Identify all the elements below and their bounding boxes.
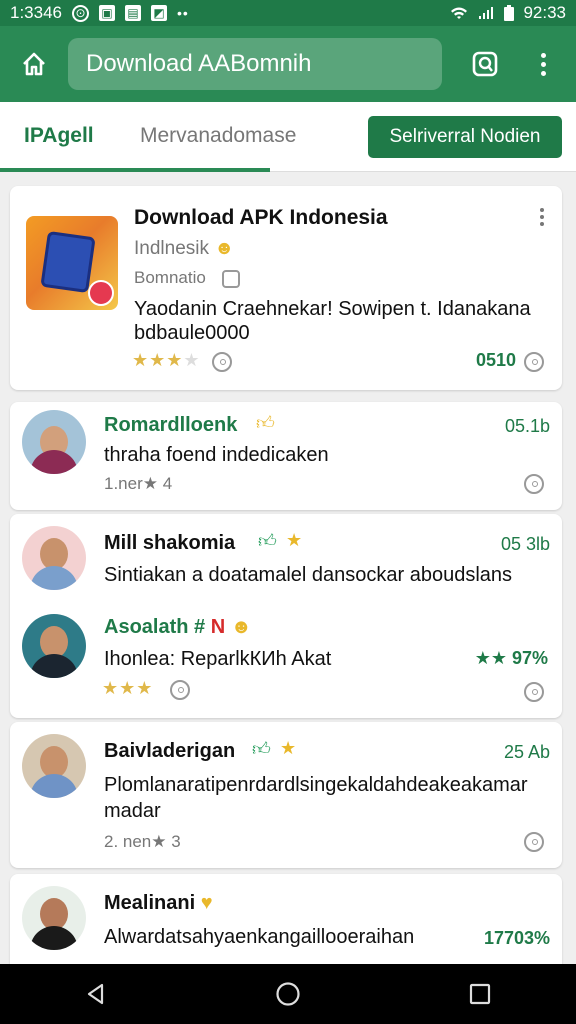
post-author: Asoalath # N ☻ [104,616,252,638]
post-time: 05 3lb [500,534,550,554]
tab-bar: IPAgell Mervanadomase Selriverral Nodien [0,102,576,172]
avatar [22,734,86,798]
home-nav-button[interactable] [258,964,318,1024]
emoji-icon: ☻ [230,616,252,638]
like-icon: 👍︎ [252,739,271,759]
signal-icon [479,7,494,19]
hashtag-icon: # [194,616,206,638]
search-input[interactable] [86,50,442,78]
post-meta: 1.ner★ 4 [104,474,173,493]
post-author: Mill shakomia [104,532,236,554]
tab-ipagell[interactable]: IPAgell [24,124,94,148]
rating-stars: ★★★★ [132,350,201,370]
share-icon[interactable] [524,474,544,494]
app-description-line2: bdbaule0000 [134,322,250,344]
app-icon [26,216,118,310]
post-author: Romardlloenk [104,414,238,436]
status-time-left: 1:3346 [10,3,62,22]
app-bar [0,26,576,102]
more-vert-icon [540,52,546,76]
card-menu-icon[interactable] [540,208,544,226]
avatar [22,614,86,678]
avatar [22,526,86,590]
wifi-icon [451,7,468,19]
feed: Download APK Indonesia Indlnesik ☻ Bomna… [0,172,576,964]
download-count: 0510 [475,350,516,370]
post-card[interactable]: Romardlloenk 👍︎ 05.1b thraha foend inded… [10,402,562,510]
translate-icon [222,270,240,288]
alarm-icon: ⊙ [72,4,89,22]
overflow-menu-button[interactable] [514,26,572,102]
app-badge [88,280,114,306]
post-card[interactable]: Baivladerigan 👍︎ ★ 25 Ab Plomlanaratipen… [10,722,562,868]
timer-icon [212,352,232,372]
featured-app-card[interactable]: Download APK Indonesia Indlnesik ☻ Bomna… [10,186,562,390]
rating-stars: ★★★ [102,678,154,698]
scan-button[interactable] [456,26,514,102]
home-icon [23,52,45,76]
post-author: Baivladerigan [104,740,236,762]
star-icon: ★ [286,530,303,550]
app-description-line1: Yaodanin Craehnekar! Sowipen t. Idanakan… [134,298,531,320]
post-score: 17703% [483,928,550,948]
post-time: 25 Ab [503,742,550,762]
post-text: Ihonlea: ReparlkКИh Akat [104,648,332,670]
star-icon: ★ [280,738,297,758]
heart-icon: ♥ [200,892,213,914]
recents-button[interactable] [450,964,510,1024]
tab-action-button[interactable]: Selriverral Nodien [368,116,562,158]
like-icon: 👍︎ [258,531,277,551]
post-text: Alwardatsahyaenkangaillooeraihan [104,926,415,948]
circle-home-icon [276,982,300,1006]
gallery-icon: ◩ [151,5,167,21]
post-text: Sintiakan a doatamalel dansockar aboudsl… [104,564,513,586]
smile-emoji-icon: ☻ [214,238,235,259]
app-subtitle: Indlnesik ☻ [134,238,235,259]
system-nav-bar [0,964,576,1024]
square-recents-icon [469,983,491,1005]
message-icon: ▤ [125,5,141,21]
notification-icon: ▣ [99,5,115,21]
status-bar: 1:3346 ⊙ ▣ ▤ ◩ •• 92:33 [0,0,576,26]
timer-icon [170,680,190,700]
home-button[interactable] [0,26,68,102]
post-card[interactable]: Mealinani ♥ Alwardatsahyaenkangaillooera… [10,874,562,964]
app-title: Download APK Indonesia [134,206,388,229]
post-time: 05.1b [504,416,550,436]
post-text-line2: madar [104,800,161,822]
post-meta: 2. nen★ 3 [104,832,181,851]
scan-icon [472,51,498,77]
tab-mervanadomase[interactable]: Mervanadomase [140,124,296,148]
share-icon[interactable] [524,832,544,852]
more-notifications-icon: •• [177,5,189,21]
battery-icon [504,5,515,21]
back-button[interactable] [66,964,126,1024]
post-author: Mealinani ♥ [104,892,213,914]
like-icon: 👍︎ [256,413,275,433]
share-icon[interactable] [524,682,544,702]
share-icon[interactable] [524,352,544,372]
back-icon [87,983,104,1005]
search-box[interactable] [68,38,442,90]
app-meta: Bomnatio [134,268,206,287]
post-tag: N [210,616,226,638]
avatar [22,410,86,474]
avatar [22,886,86,950]
post-card-group[interactable]: Mill shakomia 👍︎ ★ 05 3lb Sintiakan a do… [10,514,562,718]
post-text: thraha foend indedicaken [104,444,329,466]
post-text-line1: Plomlanaratipenrdardlsingekaldahdeakeaka… [104,774,528,796]
post-score: ★★ 97% [474,648,548,668]
status-time-right: 92:33 [523,3,566,22]
